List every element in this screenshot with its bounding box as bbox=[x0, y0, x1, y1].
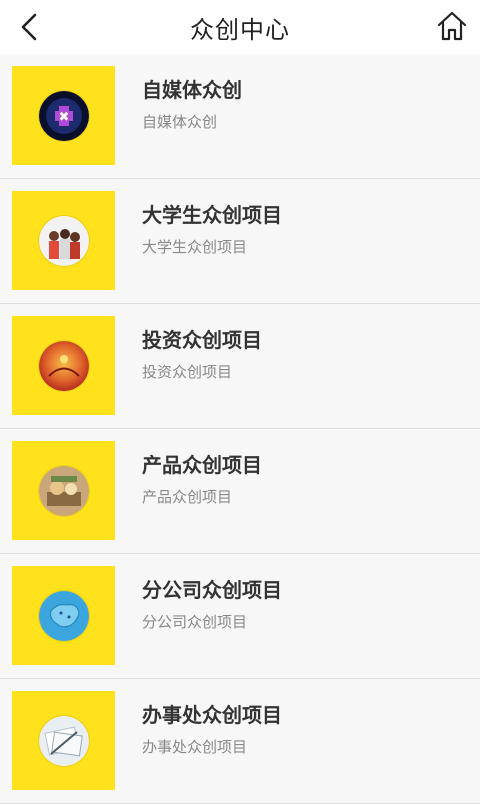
item-thumbnail: ✖ bbox=[12, 66, 115, 165]
item-subtitle: 分公司众创项目 bbox=[142, 613, 248, 631]
item-subtitle: 办事处众创项目 bbox=[142, 738, 248, 756]
products-photo-icon bbox=[38, 465, 89, 516]
home-icon bbox=[437, 11, 467, 41]
svg-text:✖: ✖ bbox=[58, 110, 69, 125]
item-subtitle: 自媒体众创 bbox=[142, 113, 218, 131]
students-group-photo-icon bbox=[38, 215, 89, 266]
item-thumbnail bbox=[12, 566, 115, 665]
list-item[interactable]: ✖ 自媒体众创 自媒体众创 bbox=[0, 54, 480, 179]
page-title: 众创中心 bbox=[190, 16, 290, 44]
item-title: 产品众创项目 bbox=[142, 453, 262, 477]
item-thumbnail bbox=[12, 691, 115, 790]
item-subtitle: 大学生众创项目 bbox=[142, 238, 248, 256]
item-thumbnail bbox=[12, 316, 115, 415]
item-title: 投资众创项目 bbox=[142, 328, 262, 352]
item-subtitle: 投资众创项目 bbox=[142, 363, 233, 381]
home-button[interactable] bbox=[434, 8, 470, 44]
investment-photo-icon bbox=[38, 340, 89, 391]
list-item[interactable]: 投资众创项目 投资众创项目 bbox=[0, 304, 480, 429]
project-list: ✖ 自媒体众创 自媒体众创 大学生众创项目 大学生众创项目 投资众创项目 投资众… bbox=[0, 54, 480, 804]
item-thumbnail bbox=[12, 191, 115, 290]
item-subtitle: 产品众创项目 bbox=[142, 488, 233, 506]
top-app-bar: 众创中心 bbox=[0, 0, 480, 54]
item-title: 分公司众创项目 bbox=[142, 578, 282, 602]
list-item[interactable]: 大学生众创项目 大学生众创项目 bbox=[0, 179, 480, 304]
list-item[interactable]: 办事处众创项目 办事处众创项目 bbox=[0, 679, 480, 804]
office-documents-photo-icon bbox=[38, 715, 89, 766]
item-thumbnail bbox=[12, 441, 115, 540]
item-title: 自媒体众创 bbox=[142, 78, 242, 102]
china-map-icon bbox=[38, 590, 89, 641]
item-title: 大学生众创项目 bbox=[142, 203, 282, 227]
list-item[interactable]: 分公司众创项目 分公司众创项目 bbox=[0, 554, 480, 679]
social-media-puzzle-head-icon: ✖ bbox=[38, 90, 89, 141]
item-title: 办事处众创项目 bbox=[142, 703, 282, 727]
list-item[interactable]: 产品众创项目 产品众创项目 bbox=[0, 429, 480, 554]
